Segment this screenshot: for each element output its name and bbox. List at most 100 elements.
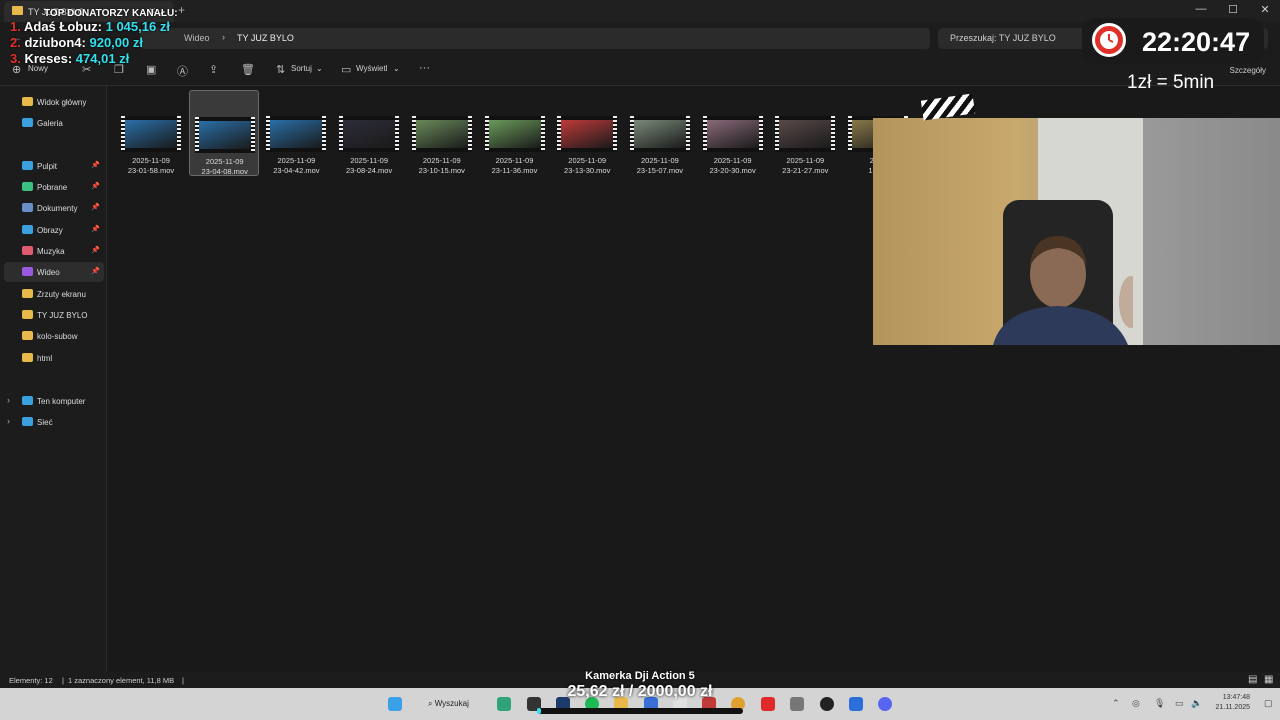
address-bar[interactable]: Wideo › TY JUZ BYLO [140, 28, 930, 49]
obs-icon[interactable] [820, 697, 834, 711]
more-options-icon[interactable]: ··· [419, 62, 430, 74]
sidebar-item-this-pc[interactable]: › Ten komputer [4, 391, 104, 411]
discord-icon[interactable] [878, 697, 892, 711]
notification-icon[interactable]: ▢ [1264, 698, 1273, 709]
app-icon[interactable] [849, 697, 863, 711]
large-icons-view-icon[interactable]: ▦ [1264, 674, 1273, 685]
video-thumbnail [775, 116, 836, 152]
file-item[interactable]: 2025-11-09 23-04-42.mov [261, 90, 331, 176]
file-item[interactable]: 2025-11-09 23-10-15.mov [407, 90, 477, 176]
details-button[interactable]: Szczegóły [1230, 66, 1266, 75]
network-icon[interactable]: ▭ [1175, 698, 1184, 709]
file-name-line2: 23-15-07.mov [636, 166, 684, 175]
chevron-down-icon[interactable]: ⌄ [316, 64, 323, 73]
app-icon[interactable] [497, 697, 511, 711]
pin-icon: 📌 [91, 247, 100, 254]
file-name-line1: 2025-11-09 [350, 156, 388, 165]
clock-date: 21.11.2025 [1215, 704, 1250, 711]
file-name-line2: 23-04-42.mov [273, 166, 320, 175]
sidebar-item-label: Wideo [37, 268, 60, 277]
share-icon[interactable]: ⇪ [209, 63, 218, 76]
chevron-right-icon: › [222, 32, 225, 42]
sidebar-item-galeria[interactable]: Galeria [4, 113, 104, 133]
maximize-button[interactable]: ☐ [1218, 3, 1248, 16]
file-name-line2: 23-13-30.mov [564, 166, 611, 175]
film-strip [484, 116, 489, 152]
file-item[interactable]: 2025-11-09 23-15-07.mov [625, 90, 695, 176]
sidebar-item-label: Galeria [37, 119, 63, 128]
chevron-right-icon[interactable]: › [7, 416, 10, 426]
youtube-icon[interactable] [761, 697, 775, 711]
status-divider: | [62, 676, 64, 685]
delete-icon[interactable]: 🗑 [241, 63, 255, 76]
volume-icon[interactable]: 🔈 [1191, 698, 1202, 709]
file-item[interactable]: 2025-11-09 23-13-30.mov [552, 90, 622, 176]
donor-amount: 474,01 zł [75, 51, 130, 66]
view-button[interactable]: Wyświetl [356, 64, 387, 73]
film-strip [557, 116, 562, 152]
sidebar-item-muzyka[interactable]: Muzyka 📌 [4, 241, 104, 261]
sidebar-item-label: Pulpit [37, 162, 58, 171]
chevron-up-icon[interactable]: ⌃ [1112, 698, 1120, 709]
chevron-right-icon[interactable]: › [7, 395, 10, 405]
sidebar-item-label: Dokumenty [37, 204, 78, 213]
file-name-line2: 23-11-36.mov [491, 166, 538, 175]
file-name: 2025-11-09 23-11-36.mov [480, 156, 550, 176]
sidebar-item-pobrane[interactable]: Pobrane 📌 [4, 177, 104, 197]
sidebar-item-pulpit[interactable]: Pulpit 📌 [4, 156, 104, 176]
video-thumbnail [339, 116, 400, 152]
file-item[interactable]: 2025-11-09 23-08-24.mov [334, 90, 404, 176]
file-name-line1: 2025-11-09 [422, 156, 461, 165]
file-name-line1: 2025-11-09 [713, 156, 752, 165]
file-name-line2: 23-10-15.mov [418, 166, 465, 175]
details-view-icon[interactable]: ▤ [1248, 674, 1257, 685]
file-item[interactable]: 2025-11-09 23-04-08.mov [188, 90, 259, 176]
close-window-button[interactable]: ✕ [1250, 3, 1280, 16]
sidebar-item-zrzuty-ekranu[interactable]: Zrzuty ekranu [4, 284, 104, 304]
minimize-button[interactable]: — [1186, 3, 1216, 15]
tray-icon[interactable]: ◎ [1132, 698, 1140, 709]
download-icon [22, 182, 33, 191]
sidebar-item-widok-główny[interactable]: Widok główny [4, 92, 104, 112]
breadcrumb-ty-juz-bylo[interactable]: TY JUZ BYLO [237, 33, 294, 43]
system-clock[interactable]: 13:47:48 21.11.2025 [1215, 693, 1250, 713]
mouse-icon[interactable] [790, 697, 804, 711]
file-item[interactable]: 2025-11-09 23-20-30.mov [698, 90, 768, 176]
file-item[interactable]: 2025-11-09 23-11-36.mov [480, 90, 550, 176]
film-strip [540, 116, 545, 152]
file-name-line1: 2025-11-09 [205, 157, 244, 166]
sidebar-item-kolo-subow[interactable]: kolo-subow [4, 326, 104, 346]
folder-icon [22, 353, 33, 362]
sort-icon[interactable]: ⇅ [276, 63, 285, 76]
file-name: 2025-11-09 23-13-30.mov [552, 156, 622, 176]
file-item[interactable]: 2025-11-09 23-21-27.mov [770, 90, 840, 176]
film-strip [775, 116, 780, 152]
film-strip [467, 116, 472, 152]
goal-progress-bar [537, 708, 743, 714]
video-thumbnail [411, 116, 472, 152]
thumbnail-image [561, 120, 614, 148]
donor-row: 3. Kreses: 474,01 zł [10, 51, 210, 67]
video-thumbnail [484, 116, 545, 152]
webcam-feed [873, 118, 1280, 345]
sidebar-item-obrazy[interactable]: Obrazy 📌 [4, 220, 104, 240]
sidebar-item-dokumenty[interactable]: Dokumenty 📌 [4, 198, 104, 218]
start-icon[interactable] [388, 697, 402, 711]
file-item[interactable]: 2025-11-09 23-01-58.mov [116, 90, 186, 176]
sidebar-item-network[interactable]: › Sieć [4, 412, 104, 432]
taskbar-search[interactable]: ⌕ Wyszukaj [428, 699, 469, 709]
taskbar-search-label: Wyszukaj [434, 699, 469, 708]
folder-icon [22, 289, 33, 298]
sidebar-item-ty-juz-bylo[interactable]: TY JUZ BYLO [4, 305, 104, 325]
view-icon[interactable]: ▭ [341, 63, 351, 76]
rate-label: 1zł = 5min [1127, 72, 1215, 93]
sidebar-item-wideo[interactable]: Wideo 📌 [4, 262, 104, 282]
sidebar-item-html[interactable]: html [4, 348, 104, 368]
film-strip [685, 116, 690, 152]
sidebar-item-label: html [37, 354, 53, 363]
chevron-down-icon[interactable]: ⌄ [393, 64, 400, 73]
file-name: 2025-11-09 23-04-42.mov [261, 156, 331, 176]
sort-button[interactable]: Sortuj [291, 64, 312, 73]
microphone-icon[interactable]: 🎙 [1154, 698, 1165, 709]
pictures-icon [22, 225, 33, 234]
